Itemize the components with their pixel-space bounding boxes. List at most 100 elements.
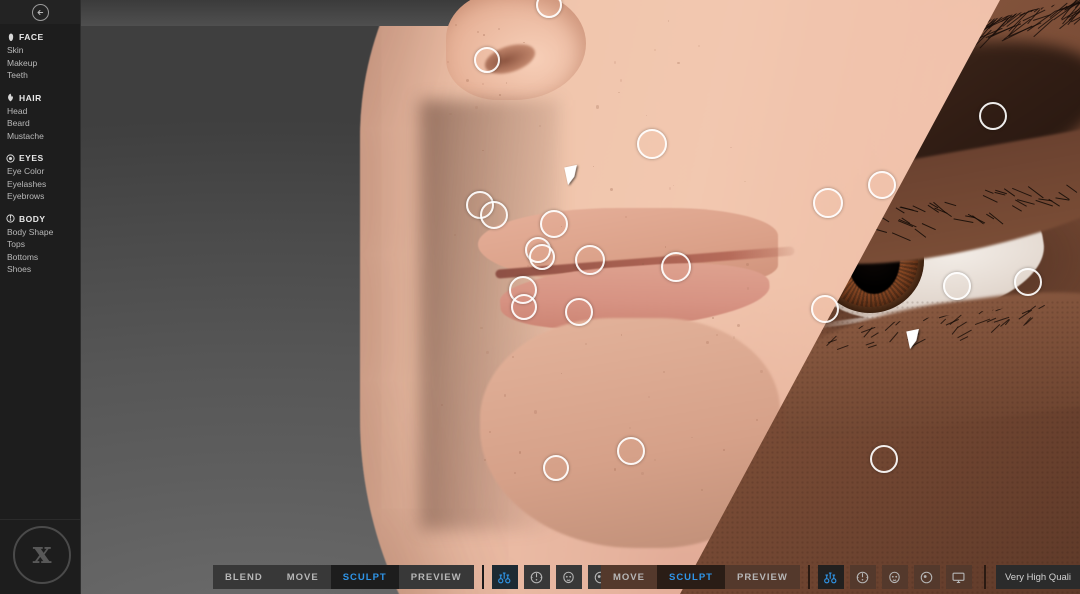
sculpt-handle[interactable]	[870, 445, 898, 473]
sidebar-item-head[interactable]: Head	[6, 105, 80, 118]
face-mask-icon[interactable]	[555, 565, 582, 589]
sidebar-divider	[0, 519, 80, 520]
freckle	[706, 340, 710, 344]
freckle	[503, 394, 507, 397]
quality-dropdown[interactable]: Very High Quali	[995, 565, 1080, 589]
sculpt-handle[interactable]	[979, 102, 1007, 130]
sidebar-group-header: EYES	[6, 153, 80, 163]
sculpt-handle[interactable]	[540, 210, 568, 238]
sidebar-item-body-shape[interactable]: Body Shape	[6, 226, 80, 239]
freckle	[677, 61, 680, 65]
freckle	[446, 60, 449, 63]
sculpt-handle[interactable]	[529, 244, 555, 270]
sidebar-item-shoes[interactable]: Shoes	[6, 263, 80, 276]
freckle	[618, 91, 620, 93]
sidebar-group-title: HAIR	[19, 92, 42, 103]
back-arrow-icon[interactable]	[31, 3, 49, 21]
mode-button-move[interactable]: MOVE	[274, 565, 331, 589]
unreal-engine-logo: x	[13, 526, 71, 584]
freckle	[483, 458, 486, 462]
sidebar-item-mustache[interactable]: Mustache	[6, 130, 80, 143]
sidebar-item-bottoms[interactable]: Bottoms	[6, 251, 80, 264]
freckle	[486, 351, 489, 354]
sidebar-item-eyebrows[interactable]: Eyebrows	[6, 190, 80, 203]
sculpt-handle[interactable]	[943, 272, 971, 300]
mode-button-preview[interactable]: PREVIEW	[398, 565, 474, 589]
freckle	[482, 34, 485, 36]
sidebar-item-eye-color[interactable]: Eye Color	[6, 165, 80, 178]
mode-button-blend[interactable]: BLEND	[213, 565, 275, 589]
toolbar-separator-left	[481, 565, 484, 589]
sidebar-group-title: EYES	[19, 153, 44, 163]
sidebar-nav: FACE Skin Makeup Teeth HAIR Head Beard Musta…	[0, 24, 80, 276]
freckle	[474, 106, 478, 110]
head-outline-icon[interactable]	[523, 565, 550, 589]
mode-segment-left[interactable]: BLEND MOVE SCULPT PREVIEW	[213, 565, 474, 589]
freckle	[691, 436, 693, 439]
hair-strand	[921, 223, 936, 231]
sidebar-item-tops[interactable]: Tops	[6, 238, 80, 251]
sculpt-handle[interactable]	[474, 47, 500, 73]
sculpt-handle[interactable]	[661, 252, 691, 282]
freckle	[518, 451, 522, 454]
viewport-3d[interactable]	[80, 0, 1080, 594]
face-mask-icon[interactable]	[881, 565, 908, 589]
sidebar-group-face: FACE Skin Makeup Teeth	[6, 32, 80, 82]
sculpt-handle[interactable]	[575, 245, 605, 275]
freckle	[482, 82, 484, 85]
sculpt-handle[interactable]	[811, 295, 839, 323]
unreal-engine-glyph: x	[32, 535, 52, 571]
freckle	[465, 79, 469, 83]
head-outline-icon[interactable]	[849, 565, 876, 589]
sidebar-item-eyelashes[interactable]: Eyelashes	[6, 178, 80, 191]
freckle	[619, 79, 622, 82]
sidebar-header	[0, 0, 80, 24]
mode-segment-right[interactable]: MOVE SCULPT PREVIEW	[601, 565, 800, 589]
freckle	[760, 370, 763, 373]
mode-button-sculpt[interactable]: SCULPT	[656, 565, 725, 589]
sculpt-handle[interactable]	[511, 294, 537, 320]
freckle	[730, 146, 732, 149]
sidebar-item-teeth[interactable]: Teeth	[6, 69, 80, 82]
sculpt-handle[interactable]	[813, 188, 843, 218]
icon-group-right[interactable]	[817, 565, 972, 589]
quality-separator	[983, 565, 986, 589]
hair-icon	[6, 93, 15, 103]
quality-selector[interactable]: Very High Quali	[983, 565, 1080, 589]
sculpt-handle[interactable]	[617, 437, 645, 465]
sculpt-nodes-icon[interactable]	[491, 565, 518, 589]
toolbar-right: MOVE SCULPT PREVIEW	[601, 560, 972, 594]
mode-button-sculpt[interactable]: SCULPT	[330, 565, 399, 589]
freckle	[449, 112, 452, 116]
sculpt-handle[interactable]	[1014, 268, 1042, 296]
eye-target-icon[interactable]	[913, 565, 940, 589]
sculpt-handle[interactable]	[868, 171, 896, 199]
sidebar-item-beard[interactable]: Beard	[6, 117, 80, 130]
freckle	[653, 48, 656, 51]
eyes-icon	[6, 153, 15, 163]
hair-strand	[984, 189, 994, 195]
sidebar-item-skin[interactable]: Skin	[6, 44, 80, 57]
toolbar-separator-right	[807, 565, 810, 589]
sidebar: FACE Skin Makeup Teeth HAIR Head Beard Musta…	[0, 0, 81, 594]
toolbar-left: BLEND MOVE SCULPT PREVIEW	[213, 560, 646, 594]
freckle	[662, 370, 665, 373]
hair-strand	[914, 228, 927, 239]
sculpt-handle[interactable]	[480, 201, 508, 229]
mode-button-preview[interactable]: PREVIEW	[724, 565, 800, 589]
quality-label: Very High Quali	[1004, 571, 1071, 583]
sidebar-group-hair: HAIR Head Beard Mustache	[6, 93, 80, 143]
sidebar-group-header: FACE	[6, 32, 80, 42]
freckle	[454, 23, 457, 26]
freckle	[613, 468, 617, 471]
sculpt-handle[interactable]	[543, 455, 569, 481]
hair-strand	[988, 212, 1004, 226]
sculpt-nodes-icon[interactable]	[817, 565, 844, 589]
sidebar-group-body: BODY Body Shape Tops Bottoms Shoes	[6, 214, 80, 276]
sculpt-handle[interactable]	[565, 298, 593, 326]
sidebar-item-makeup[interactable]: Makeup	[6, 57, 80, 70]
mode-button-move[interactable]: MOVE	[601, 565, 657, 589]
freckle	[756, 419, 758, 421]
sculpt-handle[interactable]	[637, 129, 667, 159]
display-monitor-icon[interactable]	[945, 565, 972, 589]
